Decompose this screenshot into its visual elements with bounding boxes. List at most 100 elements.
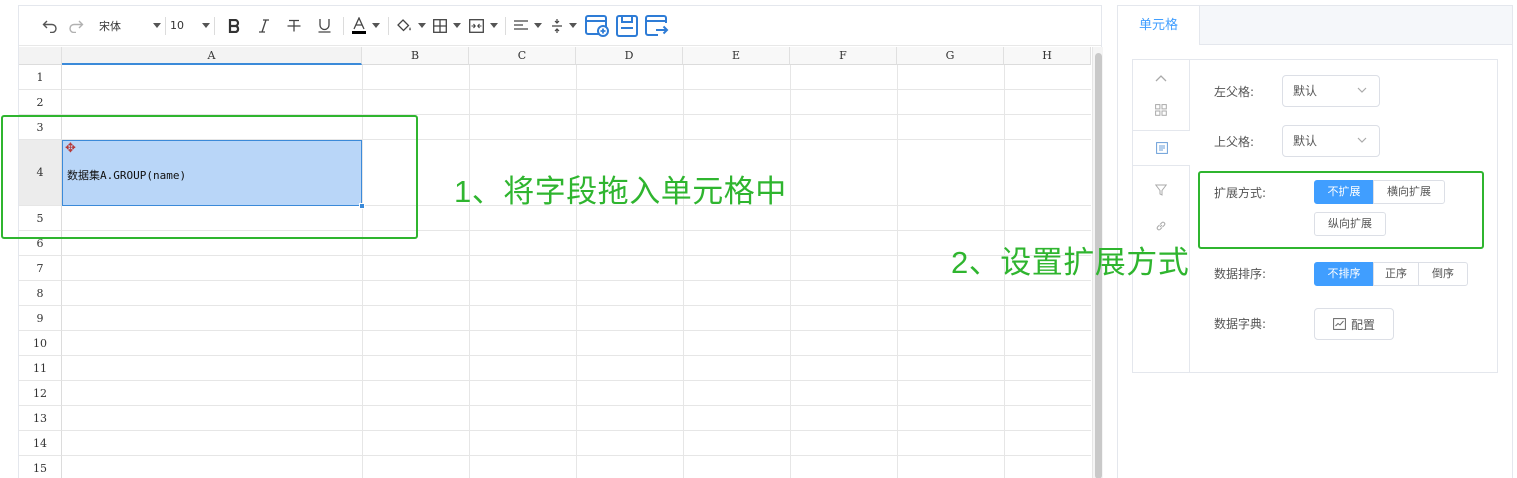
annotation-box-step1: [1, 115, 418, 239]
underline-button[interactable]: [309, 13, 339, 39]
row-header-10[interactable]: 10: [19, 331, 62, 356]
toolbar-divider: [343, 16, 344, 35]
column-header-a[interactable]: A: [62, 47, 362, 65]
chevron-down-icon: [372, 23, 380, 28]
export-icon: [645, 14, 669, 36]
toolbar-divider: [505, 16, 506, 35]
collapse-up-button[interactable]: [1133, 60, 1189, 96]
italic-icon: [259, 18, 269, 33]
horizontal-align-button[interactable]: [510, 13, 546, 39]
row-header-7[interactable]: 7: [19, 256, 62, 281]
strikethrough-button[interactable]: [279, 13, 309, 39]
chevron-down-icon: [534, 23, 542, 28]
annotation-step1: 1、将字段拖入单元格中: [454, 174, 787, 209]
nav-layout[interactable]: [1133, 92, 1189, 128]
dict-config-button[interactable]: 配置: [1314, 308, 1394, 340]
border-icon: [433, 18, 447, 33]
merge-cells-button[interactable]: [465, 13, 501, 39]
chart-config-icon: [1333, 318, 1346, 330]
chevron-down-icon: [569, 23, 577, 28]
font-family-select[interactable]: 宋体: [99, 13, 161, 39]
undo-icon: [42, 20, 57, 33]
sort-label: 数据排序:: [1214, 267, 1267, 281]
annotation-step2: 2、设置扩展方式: [951, 245, 1190, 280]
add-sheet-icon: [585, 14, 609, 37]
fill-color-button[interactable]: [393, 13, 429, 39]
property-nav: [1133, 60, 1190, 373]
align-left-icon: [514, 19, 528, 30]
row-header-2[interactable]: 2: [19, 90, 62, 115]
column-header-g[interactable]: G: [897, 47, 1004, 65]
grid-line: [62, 455, 1091, 456]
row-header-8[interactable]: 8: [19, 281, 62, 306]
grid-line: [683, 65, 684, 478]
grid-line: [469, 65, 470, 478]
vertical-align-button[interactable]: [546, 13, 582, 39]
grid-line: [790, 65, 791, 478]
underline-icon: [318, 19, 330, 33]
report-designer: 宋体 10 A B C D E F G H 1 2 3 4 5 6 7 8 9 …: [0, 0, 1517, 478]
left-parent-select[interactable]: 默认: [1282, 75, 1380, 107]
toolbar: 宋体 10: [19, 6, 1101, 46]
chevron-down-icon: [417, 23, 426, 28]
document-icon: [1155, 142, 1168, 154]
toolbar-divider: [388, 16, 389, 35]
row-header-1[interactable]: 1: [19, 65, 62, 90]
toolbar-divider: [214, 16, 215, 35]
text-color-button[interactable]: [348, 13, 384, 39]
row-header-13[interactable]: 13: [19, 406, 62, 431]
grid-line: [62, 355, 1091, 356]
sheet-grid[interactable]: A B C D E F G H 1 2 3 4 5 6 7 8 9 10 11: [19, 47, 1091, 478]
italic-button[interactable]: [249, 13, 279, 39]
save-button[interactable]: [612, 13, 642, 39]
paint-bucket-icon: [396, 18, 411, 31]
column-header-f[interactable]: F: [790, 47, 897, 65]
bold-button[interactable]: [219, 13, 249, 39]
bold-icon: [228, 18, 240, 33]
column-header-e[interactable]: E: [683, 47, 790, 65]
export-button[interactable]: [642, 13, 672, 39]
column-header-c[interactable]: C: [469, 47, 576, 65]
row-header-12[interactable]: 12: [19, 381, 62, 406]
top-parent-select[interactable]: 默认: [1282, 125, 1380, 157]
grid-line: [576, 65, 577, 478]
font-size-value: 10: [170, 19, 184, 32]
font-size-select[interactable]: 10: [170, 13, 210, 39]
border-button[interactable]: [429, 13, 465, 39]
grid-line: [62, 330, 1091, 331]
grid-line: [62, 405, 1091, 406]
left-parent-label: 左父格:: [1214, 85, 1255, 99]
grid-icon: [1155, 104, 1167, 116]
undo-button[interactable]: [37, 13, 63, 39]
row-header-14[interactable]: 14: [19, 431, 62, 456]
dict-config-label: 配置: [1350, 317, 1375, 332]
sort-asc-button[interactable]: 正序: [1373, 262, 1419, 286]
tab-cell[interactable]: 单元格: [1118, 6, 1200, 45]
toolbar-divider: [165, 16, 166, 35]
sort-desc-button[interactable]: 倒序: [1418, 262, 1468, 286]
redo-button[interactable]: [63, 13, 89, 39]
row-header-9[interactable]: 9: [19, 306, 62, 331]
corner-cell[interactable]: [19, 47, 62, 65]
panel-tabs: 单元格: [1118, 6, 1512, 45]
column-header-b[interactable]: B: [362, 47, 469, 65]
top-parent-value: 默认: [1293, 134, 1318, 148]
annotation-box-step2: [1198, 171, 1484, 249]
chevron-down-icon: [202, 23, 210, 28]
sort-none-button[interactable]: 不排序: [1314, 262, 1374, 286]
chevron-down-icon: [1357, 87, 1367, 93]
nav-properties[interactable]: [1133, 130, 1190, 166]
grid-line: [62, 380, 1091, 381]
chevron-down-icon: [1357, 137, 1367, 143]
save-icon: [616, 14, 638, 37]
left-parent-value: 默认: [1293, 84, 1318, 98]
font-family-value: 宋体: [99, 19, 121, 33]
grid-line: [62, 430, 1091, 431]
row-header-11[interactable]: 11: [19, 356, 62, 381]
column-header-d[interactable]: D: [576, 47, 683, 65]
top-parent-label: 上父格:: [1214, 135, 1255, 149]
add-sheet-button[interactable]: [582, 13, 612, 39]
column-header-h[interactable]: H: [1004, 47, 1091, 65]
nav-filter[interactable]: [1133, 172, 1189, 208]
row-header-15[interactable]: 15: [19, 456, 62, 478]
